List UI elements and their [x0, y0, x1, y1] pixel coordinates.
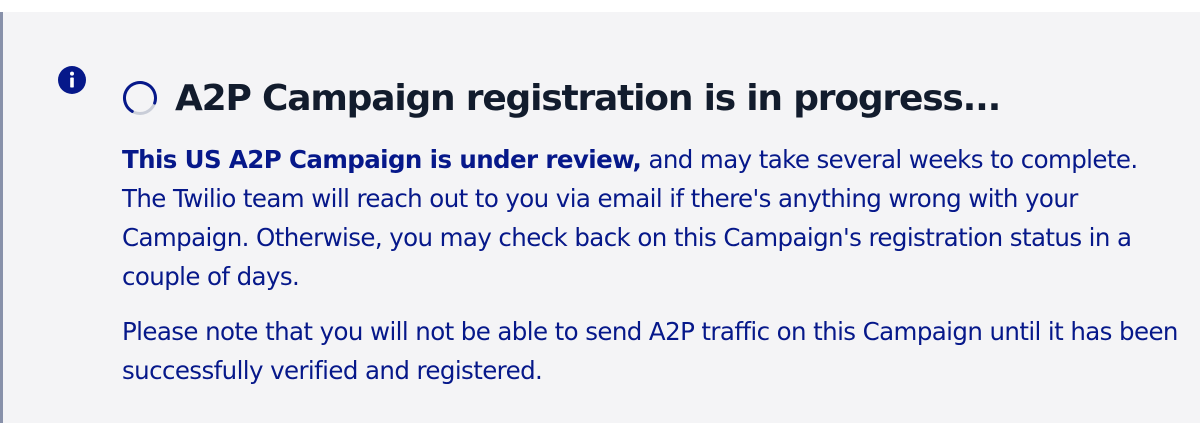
alert-body: This US A2P Campaign is under review, an… [122, 140, 1182, 390]
alert-accent-bar [0, 12, 3, 423]
alert-title: A2P Campaign registration is in progress… [175, 78, 1001, 119]
info-alert: A2P Campaign registration is in progress… [0, 12, 1200, 423]
spinner-icon [123, 81, 157, 115]
alert-paragraph-review: This US A2P Campaign is under review, an… [122, 140, 1182, 296]
alert-paragraph-review-bold: This US A2P Campaign is under review, [122, 145, 642, 174]
alert-paragraph-note: Please note that you will not be able to… [122, 317, 1178, 385]
info-icon [58, 66, 86, 94]
